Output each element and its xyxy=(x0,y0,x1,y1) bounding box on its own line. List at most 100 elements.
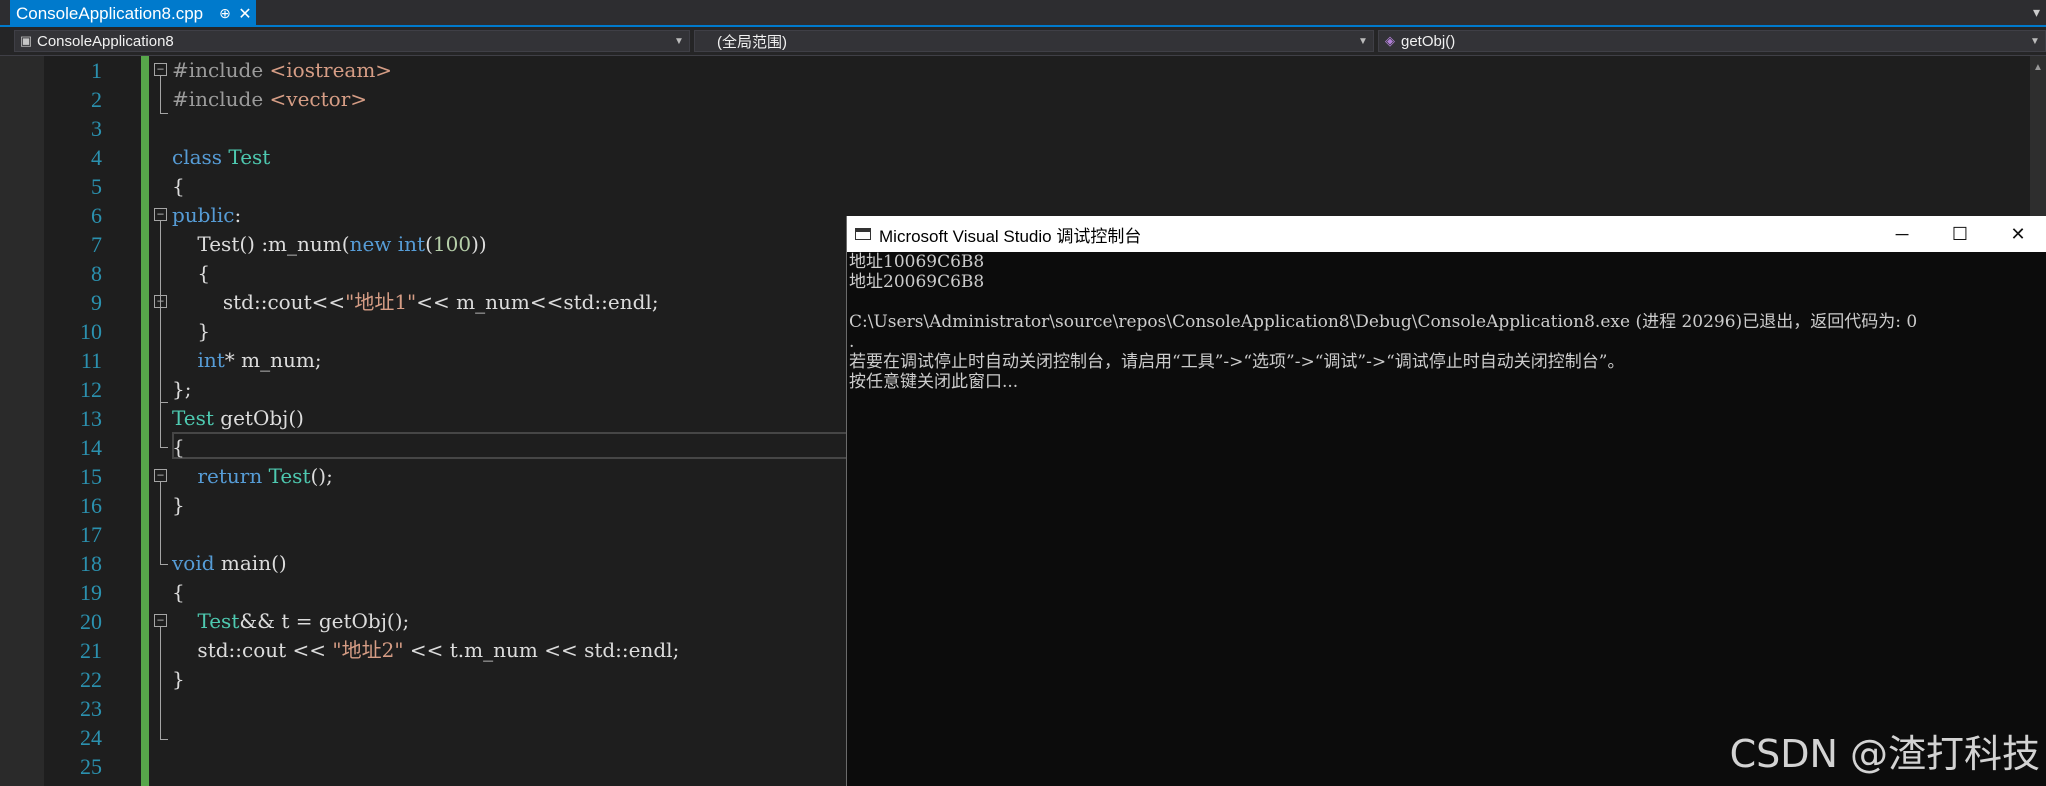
outline-guide xyxy=(160,308,161,402)
line-number: 2 xyxy=(91,87,102,112)
scroll-up-icon[interactable]: ▲ xyxy=(2030,62,2046,73)
code-token: return xyxy=(197,464,269,488)
code-line[interactable]: std::cout << "地址2" << t.m_num << std::en… xyxy=(172,636,679,665)
scope-dropdown[interactable]: (全局范围) ▼ xyxy=(694,30,1374,52)
member-label: getObj() xyxy=(1401,32,1456,50)
code-token: }; xyxy=(172,377,192,401)
line-number: 12 xyxy=(80,377,102,402)
code-token: #include xyxy=(172,87,270,111)
code-line[interactable]: Test() :m_num(new int(100)) xyxy=(172,230,487,259)
code-line[interactable]: class Test xyxy=(172,143,270,172)
code-line[interactable]: } xyxy=(172,491,185,520)
code-line[interactable]: Test getObj() xyxy=(172,404,304,433)
console-output-line: 地址10069C6B8 xyxy=(849,252,985,272)
code-line[interactable]: #include <iostream> xyxy=(172,56,392,85)
line-number: 23 xyxy=(80,696,102,721)
code-token: Test() :m_num( xyxy=(172,232,350,256)
debug-console-window[interactable]: Microsoft Visual Studio 调试控制台 ─ ☐ ✕ 地址10… xyxy=(846,216,2046,786)
console-title: Microsoft Visual Studio 调试控制台 xyxy=(879,226,1142,246)
chevron-down-icon: ▼ xyxy=(674,35,684,47)
line-number: 7 xyxy=(91,232,102,257)
console-output[interactable]: 地址10069C6B8 地址20069C6B8 C:\Users\Administr… xyxy=(847,252,2046,786)
code-line[interactable]: #include <vector> xyxy=(172,85,367,114)
outline-guide xyxy=(160,627,161,739)
code-token: << t.m_num << std::endl; xyxy=(403,638,680,662)
collapse-icon[interactable]: − xyxy=(154,63,167,76)
code-token: } xyxy=(172,667,185,691)
chevron-down-icon: ▼ xyxy=(1358,35,1368,47)
code-token: getObj() xyxy=(213,406,304,430)
outline-guide xyxy=(160,447,168,448)
close-tab-icon[interactable]: ✕ xyxy=(234,4,256,24)
code-token: int xyxy=(397,232,426,256)
code-token: new xyxy=(349,232,398,256)
code-token: Test xyxy=(172,406,214,430)
code-line[interactable]: { xyxy=(172,172,185,201)
collapse-icon[interactable]: − xyxy=(154,469,167,482)
line-number: 24 xyxy=(80,725,102,750)
code-token: "地址2" xyxy=(332,638,404,662)
code-line[interactable]: { xyxy=(172,433,185,462)
collapse-icon[interactable]: − xyxy=(154,295,167,308)
console-title-bar[interactable]: Microsoft Visual Studio 调试控制台 ─ ☐ ✕ xyxy=(847,216,2046,252)
code-line[interactable]: return Test(); xyxy=(172,462,333,491)
indicator-margin[interactable] xyxy=(0,56,44,786)
line-number: 1 xyxy=(91,58,102,83)
outline-guide xyxy=(160,564,168,565)
line-number: 18 xyxy=(80,551,102,576)
code-token: )) xyxy=(471,232,487,256)
pin-icon[interactable]: ⊕ xyxy=(216,5,234,22)
maximize-button[interactable]: ☐ xyxy=(1931,224,1989,245)
code-token: void xyxy=(172,551,221,575)
line-number: 9 xyxy=(91,290,102,315)
code-line[interactable]: { xyxy=(172,578,185,607)
code-token: std::cout<< xyxy=(172,290,346,314)
collapse-icon[interactable]: − xyxy=(154,208,167,221)
console-output-line: 若要在调试停止时自动关闭控制台，请启用“工具”->“选项”->“调试”->“调试… xyxy=(849,352,1625,372)
code-line[interactable]: } xyxy=(172,317,210,346)
code-line[interactable]: { xyxy=(172,259,210,288)
code-token: 100 xyxy=(432,232,472,256)
method-icon: ◈ xyxy=(1385,33,1395,48)
code-token: Test xyxy=(197,609,240,633)
project-dropdown[interactable]: ▣ ConsoleApplication8 ▼ xyxy=(14,30,690,52)
tab-consoleapplication8-cpp[interactable]: ConsoleApplication8.cpp ⊕ ✕ xyxy=(10,0,256,27)
code-token: main() xyxy=(220,551,287,575)
line-number: 19 xyxy=(80,580,102,605)
project-label: ConsoleApplication8 xyxy=(37,32,174,50)
code-line[interactable]: void main() xyxy=(172,549,287,578)
code-line[interactable]: std::cout<<"地址1"<< m_num<<std::endl; xyxy=(172,288,659,317)
collapse-icon[interactable]: − xyxy=(154,614,167,627)
code-line[interactable]: } xyxy=(172,665,185,694)
code-token: int xyxy=(197,348,225,372)
line-number: 14 xyxy=(80,435,102,460)
code-token: (); xyxy=(310,464,333,488)
tab-title: ConsoleApplication8.cpp xyxy=(16,3,204,23)
chevron-down-icon: ▼ xyxy=(2030,35,2040,47)
code-line[interactable]: }; xyxy=(172,375,191,404)
code-token: <iostream> xyxy=(269,58,393,82)
close-window-button[interactable]: ✕ xyxy=(1989,224,2046,245)
code-token: } xyxy=(172,493,185,517)
tab-overflow-chevron-icon[interactable]: ▾ xyxy=(2033,4,2040,21)
scope-label: (全局范围) xyxy=(717,33,787,51)
line-number: 15 xyxy=(80,464,102,489)
code-line[interactable]: int* m_num; xyxy=(172,346,321,375)
member-dropdown[interactable]: ◈ getObj() ▼ xyxy=(1378,30,2046,52)
line-number: 6 xyxy=(91,203,102,228)
outline-guide xyxy=(160,76,161,113)
project-icon: ▣ xyxy=(19,33,33,48)
minimize-button[interactable]: ─ xyxy=(1873,224,1931,245)
code-token: std::cout << xyxy=(172,638,333,662)
watermark: CSDN @渣打科技 xyxy=(1729,732,2040,776)
line-number: 25 xyxy=(80,754,102,779)
code-line[interactable]: Test&& t = getObj(); xyxy=(172,607,409,636)
code-line[interactable]: public: xyxy=(172,201,241,230)
line-number: 5 xyxy=(91,174,102,199)
line-number: 10 xyxy=(80,319,102,344)
code-token: Test xyxy=(228,145,271,169)
code-token: } xyxy=(172,319,211,343)
